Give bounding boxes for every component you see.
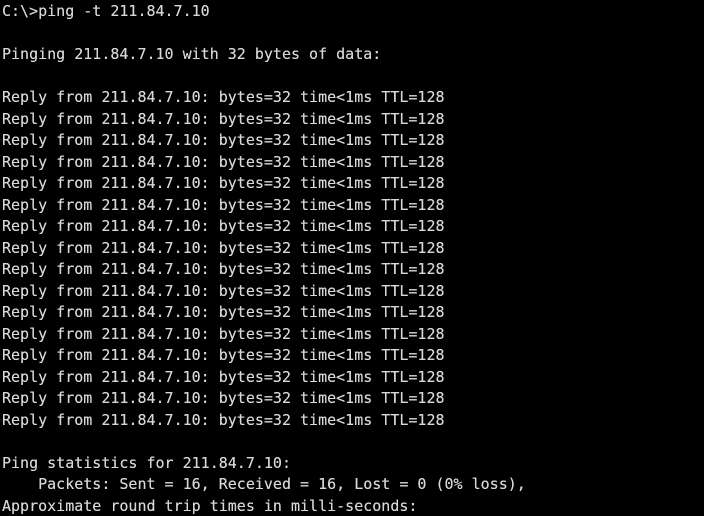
console-line-stats-rtt-header: Approximate round trip times in milli-se… [2, 496, 418, 515]
console-line-ping-header: Pinging 211.84.7.10 with 32 bytes of dat… [2, 45, 382, 63]
console-window[interactable]: C:\>ping -t 211.84.7.10 Pinging 211.84.7… [0, 0, 704, 516]
console-line-reply-3: Reply from 211.84.7.10: bytes=32 time<1m… [2, 131, 445, 149]
console-line-reply-5: Reply from 211.84.7.10: bytes=32 time<1m… [2, 174, 445, 192]
console-line-stats-packets: Packets: Sent = 16, Received = 16, Lost … [2, 475, 526, 493]
console-line-reply-11: Reply from 211.84.7.10: bytes=32 time<1m… [2, 303, 445, 321]
console-line-reply-10: Reply from 211.84.7.10: bytes=32 time<1m… [2, 281, 445, 300]
console-line-reply-2: Reply from 211.84.7.10: bytes=32 time<1m… [2, 109, 445, 128]
console-line-reply-14: Reply from 211.84.7.10: bytes=32 time<1m… [2, 367, 445, 386]
console-line-reply-4: Reply from 211.84.7.10: bytes=32 time<1m… [2, 152, 445, 171]
console-line-stats-header: Ping statistics for 211.84.7.10: [2, 453, 291, 472]
console-line-reply-13: Reply from 211.84.7.10: bytes=32 time<1m… [2, 346, 445, 364]
console-line-reply-15: Reply from 211.84.7.10: bytes=32 time<1m… [2, 389, 445, 407]
console-line-reply-6: Reply from 211.84.7.10: bytes=32 time<1m… [2, 195, 445, 214]
console-line-reply-8: Reply from 211.84.7.10: bytes=32 time<1m… [2, 238, 445, 257]
console-line-prompt-command: C:\>ping -t 211.84.7.10 [2, 2, 210, 20]
console-line-reply-1: Reply from 211.84.7.10: bytes=32 time<1m… [2, 88, 445, 106]
console-line-reply-16: Reply from 211.84.7.10: bytes=32 time<1m… [2, 410, 445, 429]
console-text-buffer[interactable]: C:\>ping -t 211.84.7.10 Pinging 211.84.7… [2, 1, 702, 516]
console-line-reply-9: Reply from 211.84.7.10: bytes=32 time<1m… [2, 260, 445, 278]
console-line-reply-7: Reply from 211.84.7.10: bytes=32 time<1m… [2, 217, 445, 235]
console-line-reply-12: Reply from 211.84.7.10: bytes=32 time<1m… [2, 324, 445, 343]
